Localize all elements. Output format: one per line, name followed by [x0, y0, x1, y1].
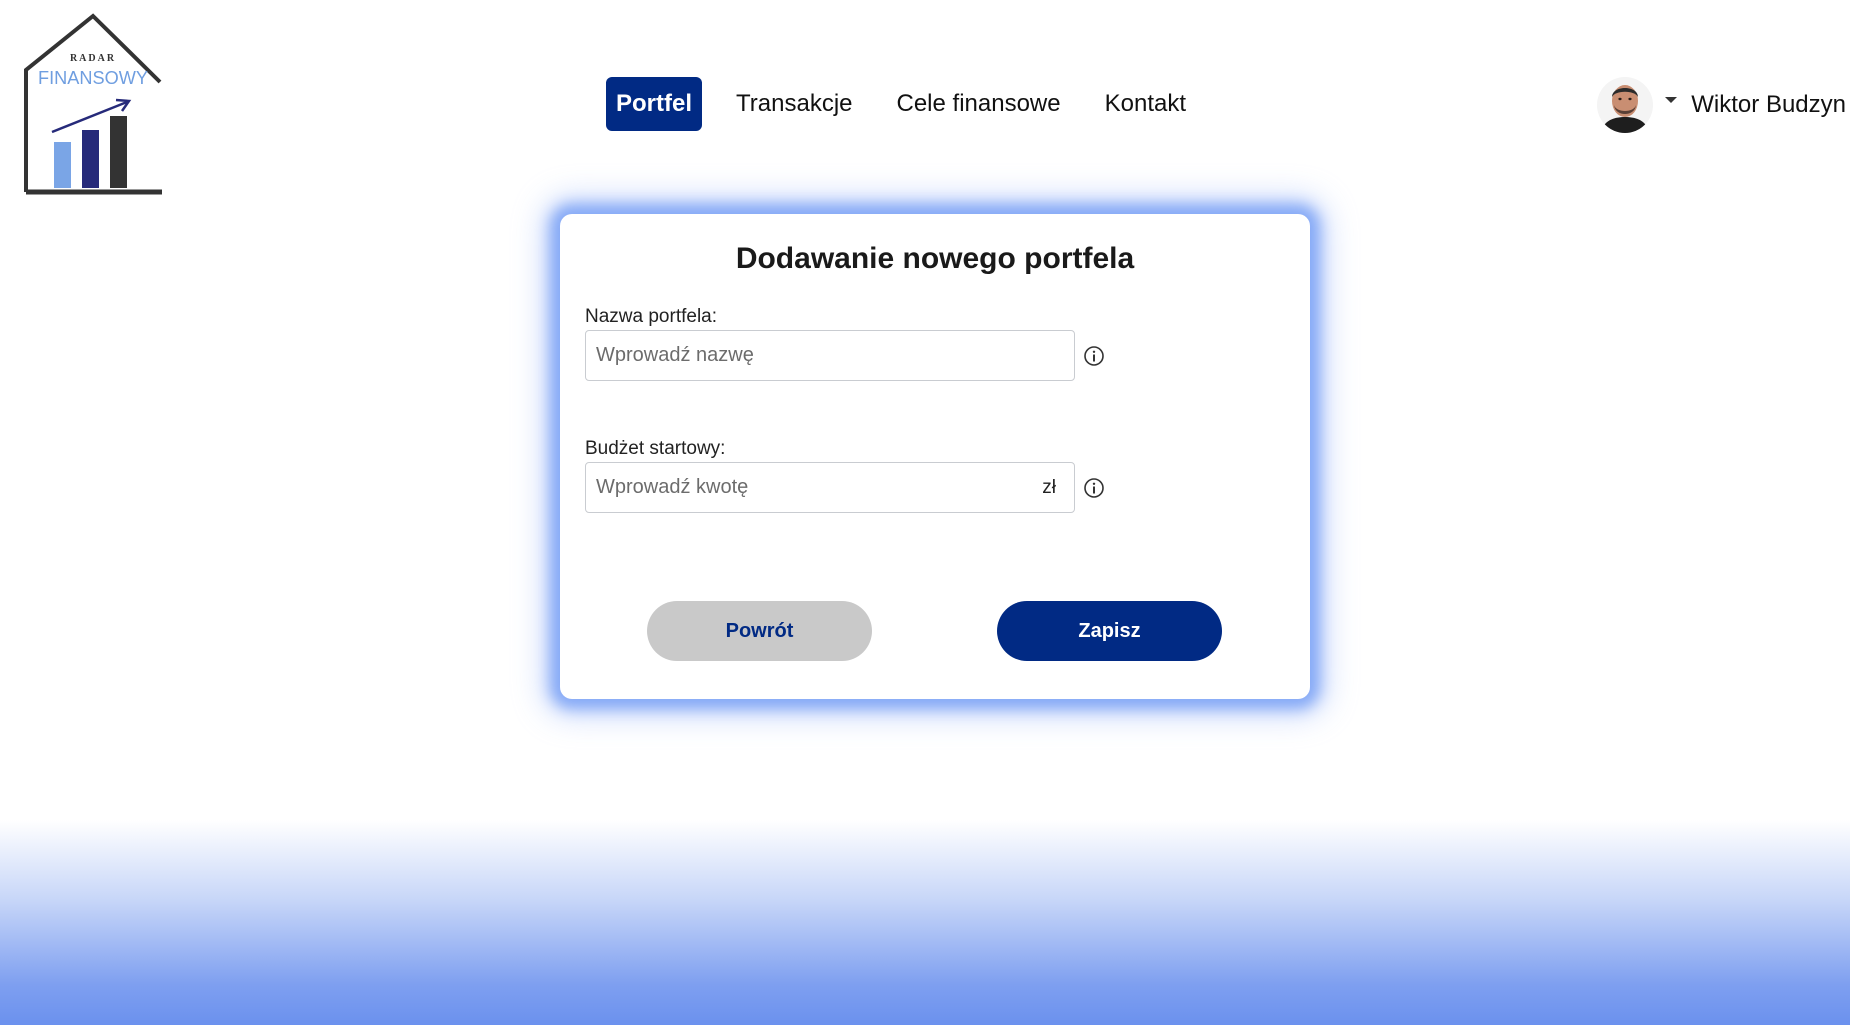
avatar[interactable] — [1597, 77, 1654, 133]
currency-suffix: zł — [1042, 477, 1056, 498]
user-menu[interactable]: Wiktor Budzyn — [1597, 76, 1850, 134]
logo-top-text: RADAR — [70, 53, 116, 64]
start-budget-field-wrapper: zł — [585, 462, 1075, 513]
nav-item-portfel[interactable]: Portfel — [606, 77, 703, 131]
nav-item-cele-finansowe[interactable]: Cele finansowe — [887, 77, 1071, 131]
new-portfolio-card: Dodawanie nowego portfela Nazwa portfela… — [560, 214, 1310, 699]
portfolio-name-field-wrapper — [585, 330, 1075, 381]
start-budget-label: Budżet startowy: — [585, 438, 726, 459]
nav-item-transakcje[interactable]: Transakcje — [726, 77, 862, 131]
main-nav: Portfel Transakcje Cele finansowe Kontak… — [606, 77, 1220, 131]
nav-item-kontakt[interactable]: Kontakt — [1095, 77, 1196, 131]
portfolio-name-input[interactable] — [586, 331, 1026, 380]
portfolio-name-label: Nazwa portfela: — [585, 306, 718, 327]
info-circle-icon[interactable] — [1083, 345, 1105, 367]
logo[interactable]: RADAR FINANSOWY — [22, 12, 168, 198]
page-title: Dodawanie nowego portfela — [735, 242, 1135, 275]
user-name[interactable]: Wiktor Budzyn — [1691, 91, 1850, 119]
logo-graphic: RADAR FINANSOWY — [24, 13, 162, 195]
logo-main-text: FINANSOWY — [38, 68, 148, 88]
avatar-image — [1597, 77, 1654, 133]
start-budget-input[interactable] — [586, 463, 1026, 512]
back-button[interactable]: Powrót — [647, 601, 872, 661]
caret-down-icon[interactable] — [1665, 97, 1678, 103]
info-circle-icon[interactable] — [1083, 477, 1105, 499]
save-button[interactable]: Zapisz — [997, 601, 1222, 661]
